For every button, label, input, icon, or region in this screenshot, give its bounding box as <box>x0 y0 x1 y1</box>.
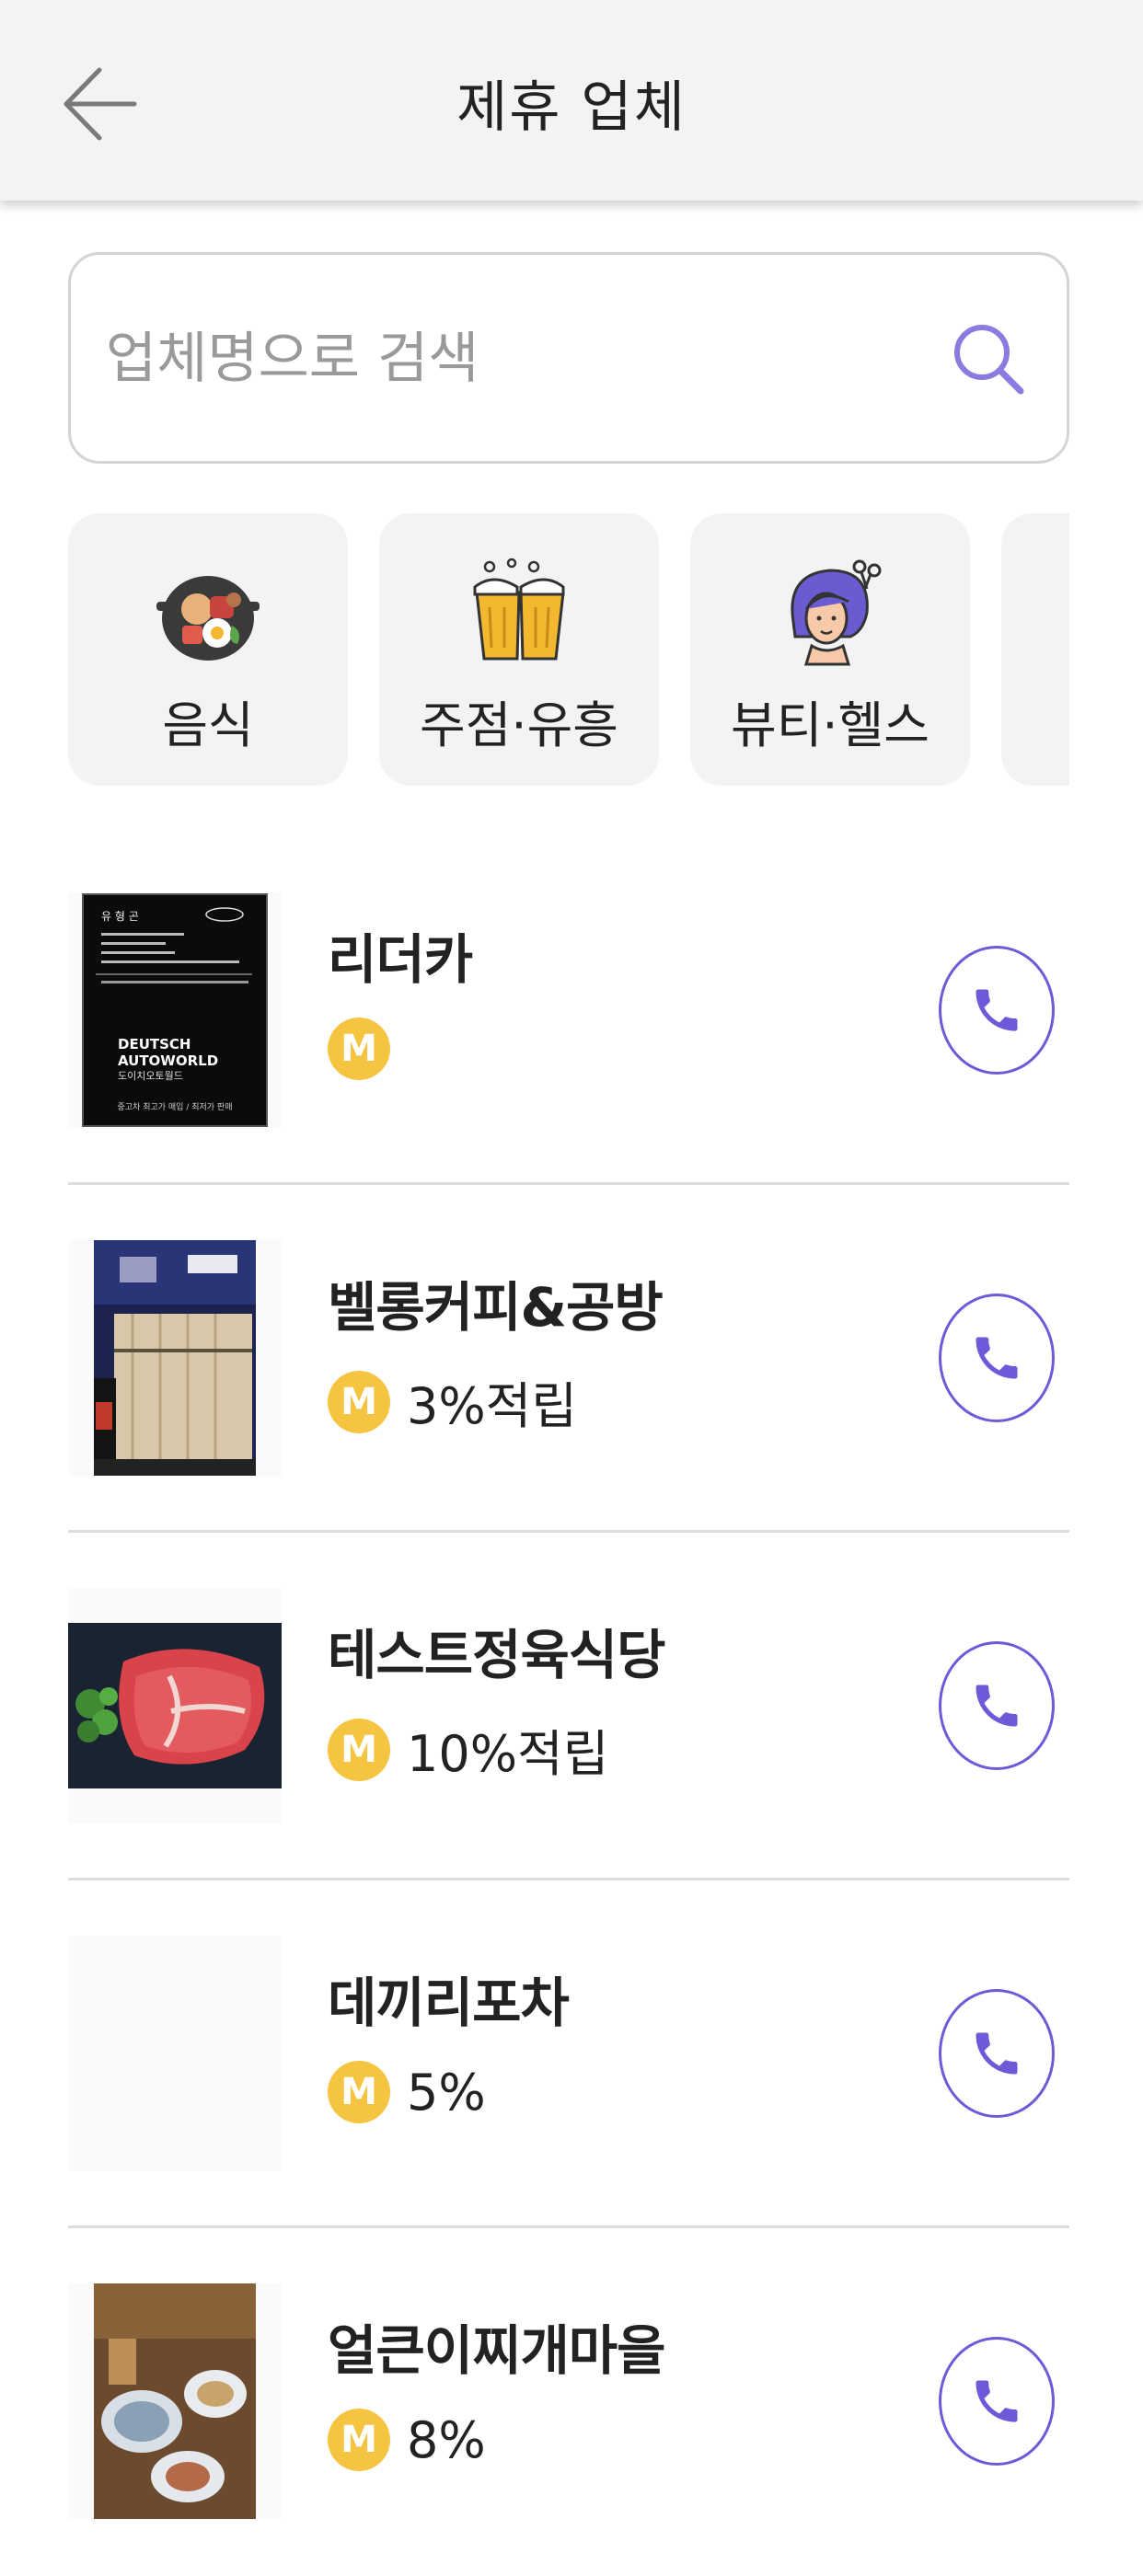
category-label: 뷰티·헬스 <box>731 696 929 754</box>
business-thumbnail <box>68 1240 282 1476</box>
svg-text:유 형 곤: 유 형 곤 <box>101 910 139 923</box>
business-name: 얼큰이찌개마을 <box>328 2319 666 2382</box>
business-thumbnail <box>68 1936 282 2171</box>
reward-info: M <box>328 1018 407 1080</box>
search-bar <box>68 252 1069 464</box>
category-label: 음식 <box>162 696 254 754</box>
phone-icon <box>976 2032 1018 2075</box>
call-button[interactable] <box>939 1294 1055 1422</box>
phone-icon <box>976 989 1018 1031</box>
list-item[interactable]: 얼큰이찌개마을 M 8% <box>68 2228 1069 2576</box>
membership-badge: M <box>328 1370 390 1433</box>
hair-salon-icon <box>791 559 882 666</box>
food-pan-icon <box>156 576 260 661</box>
call-button[interactable] <box>939 1641 1055 1770</box>
svg-text:DEUTSCH: DEUTSCH <box>118 1036 190 1052</box>
list-item[interactable]: 테스트정육식당 M 10%적립 <box>68 1533 1069 1880</box>
reward-info: M 10%적립 <box>328 1713 608 1786</box>
page-title: 제휴 업체 <box>456 75 687 140</box>
membership-badge: M <box>328 2061 390 2123</box>
reward-rate: 10%적립 <box>407 1725 609 1783</box>
search-icon <box>954 325 1024 395</box>
business-name: 벨롱커피&공방 <box>328 1276 664 1339</box>
reward-info: M 5% <box>328 2061 486 2123</box>
beer-mugs-icon <box>473 558 565 661</box>
search-button[interactable] <box>945 316 1033 404</box>
reward-rate: 3%적립 <box>407 1377 578 1435</box>
category-beauty[interactable]: 뷰티·헬스 <box>690 513 970 786</box>
search-input[interactable] <box>106 301 952 417</box>
membership-badge: M <box>328 1718 390 1781</box>
call-button[interactable] <box>939 2337 1055 2466</box>
business-thumbnail <box>68 1588 282 1823</box>
business-name: 데끼리포차 <box>328 1972 570 2034</box>
list-item[interactable]: 유 형 곤 DEUTSCH AUTOWORLD 도이치오토월드 중고차 최고가 … <box>68 837 1069 1185</box>
reward-rate: 8% <box>407 2410 486 2469</box>
category-bar[interactable]: 주점·유흥 <box>379 513 659 786</box>
app-header: 제휴 업체 <box>0 0 1143 201</box>
phone-icon <box>976 2380 1018 2422</box>
phone-icon <box>976 1337 1018 1379</box>
list-item[interactable]: 데끼리포차 M 5% <box>68 1880 1069 2228</box>
svg-text:도이치오토월드: 도이치오토월드 <box>118 1070 183 1082</box>
reward-info: M 3%적립 <box>328 1365 577 1438</box>
business-thumbnail <box>68 2283 282 2519</box>
category-label: 주점·유흥 <box>420 696 618 754</box>
business-name: 테스트정육식당 <box>328 1624 666 1686</box>
call-button[interactable] <box>939 1989 1055 2118</box>
reward-info: M 8% <box>328 2409 486 2471</box>
membership-badge: M <box>328 2409 390 2471</box>
svg-text:AUTOWORLD: AUTOWORLD <box>118 1052 218 1069</box>
reward-rate: 5% <box>407 2063 486 2122</box>
list-item[interactable]: 벨롱커피&공방 M 3%적립 <box>68 1185 1069 1533</box>
category-carousel[interactable]: 음식 주점·유흥 뷰티·헬스 <box>68 513 1069 786</box>
business-name: 리더카 <box>328 928 473 991</box>
phone-icon <box>976 1685 1018 1727</box>
svg-text:중고차 최고가 매입 / 최저가 판매: 중고차 최고가 매입 / 최저가 판매 <box>118 1101 233 1112</box>
business-thumbnail: 유 형 곤 DEUTSCH AUTOWORLD 도이치오토월드 중고차 최고가 … <box>68 892 282 1128</box>
membership-badge: M <box>328 1018 390 1080</box>
category-more[interactable] <box>1001 513 1069 786</box>
category-food[interactable]: 음식 <box>68 513 348 786</box>
business-list: 유 형 곤 DEUTSCH AUTOWORLD 도이치오토월드 중고차 최고가 … <box>68 837 1069 2576</box>
call-button[interactable] <box>939 946 1055 1075</box>
